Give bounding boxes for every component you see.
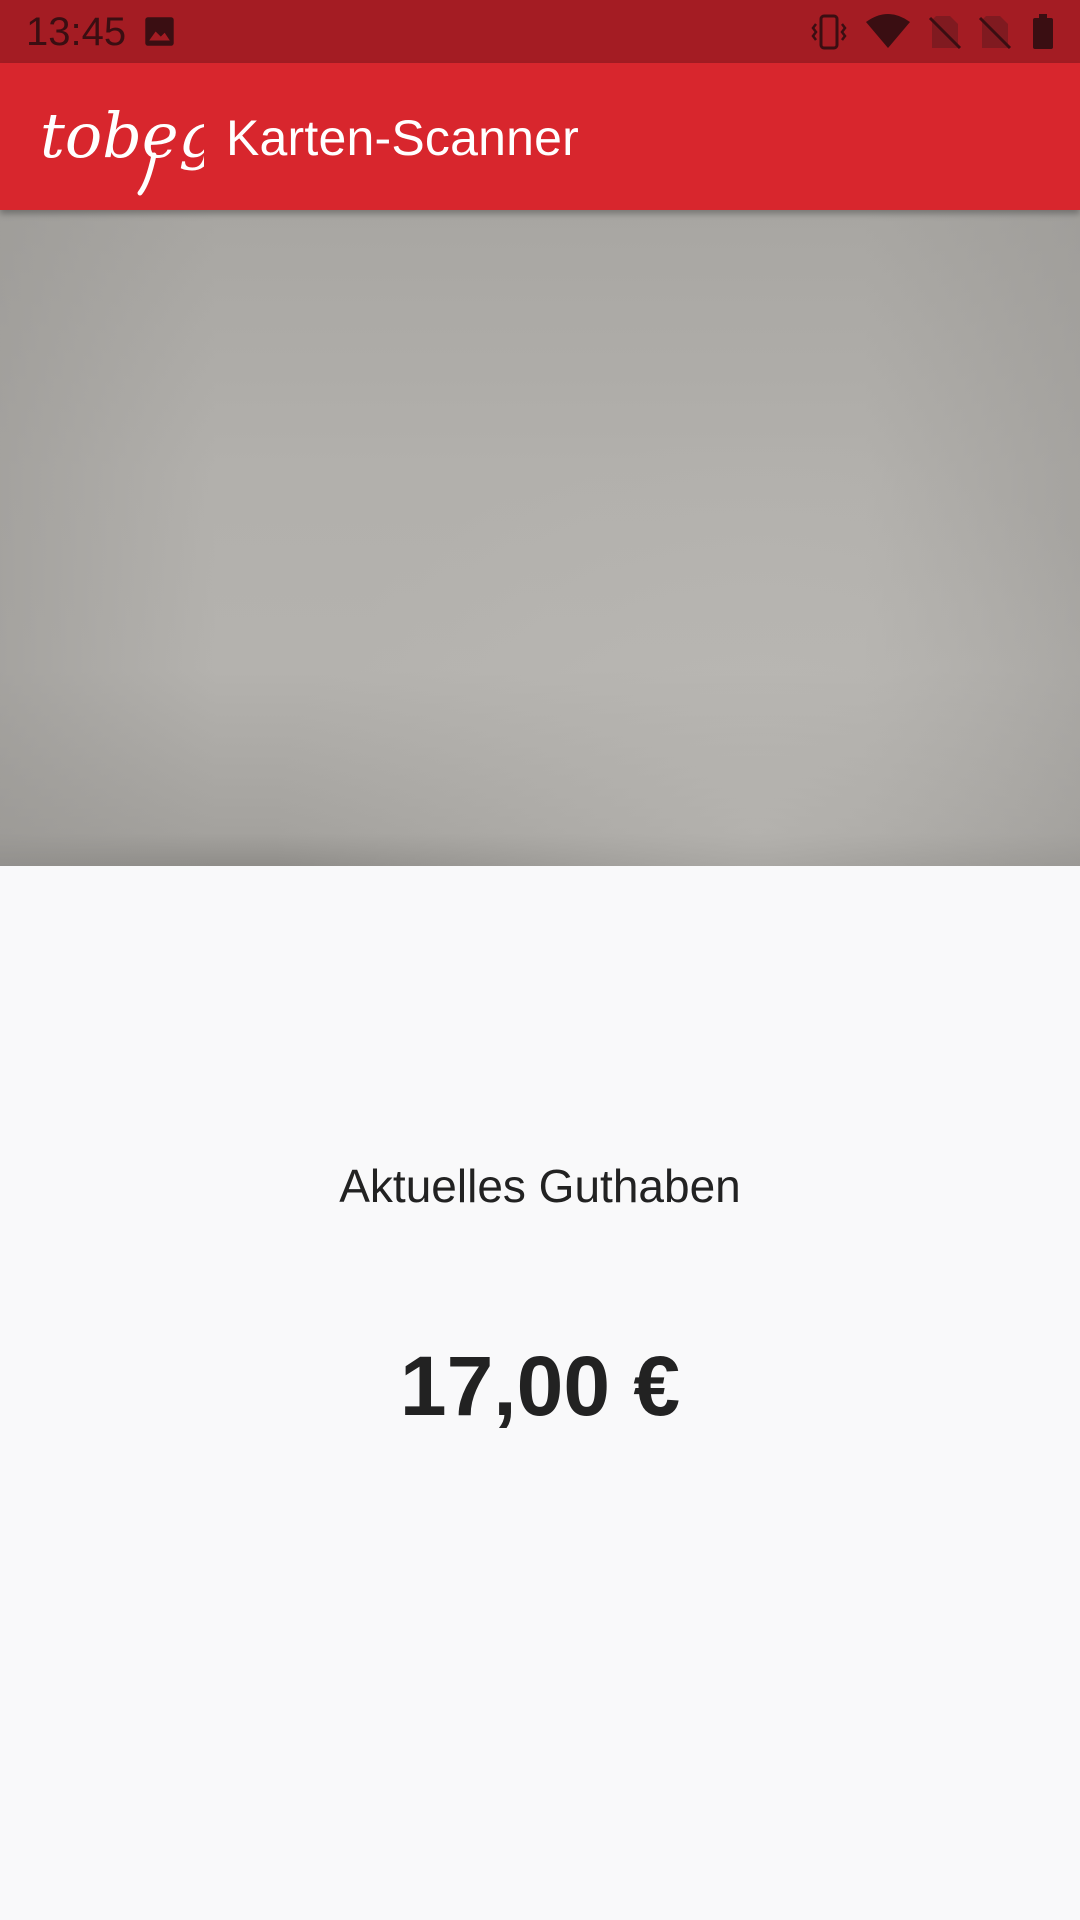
wifi-icon <box>866 14 910 48</box>
tobego-logo: tobego <box>40 99 204 196</box>
no-sim-icon <box>928 16 962 50</box>
vibrate-icon <box>811 14 847 50</box>
app-bar: tobego Karten-Scanner <box>0 63 1080 210</box>
status-icons <box>810 14 1060 50</box>
status-bar: 13:45 <box>0 0 1080 63</box>
logo-text: tobego <box>40 99 204 172</box>
balance-value: 17,00 € <box>399 1339 681 1433</box>
camera-preview[interactable] <box>0 210 1080 866</box>
page-title: Karten-Scanner <box>226 110 579 166</box>
battery-icon <box>1033 14 1053 49</box>
gallery-icon <box>145 17 174 46</box>
no-sim-icon <box>978 16 1012 50</box>
status-time: 13:45 <box>26 10 127 54</box>
balance-label: Aktuelles Guthaben <box>339 1160 741 1212</box>
